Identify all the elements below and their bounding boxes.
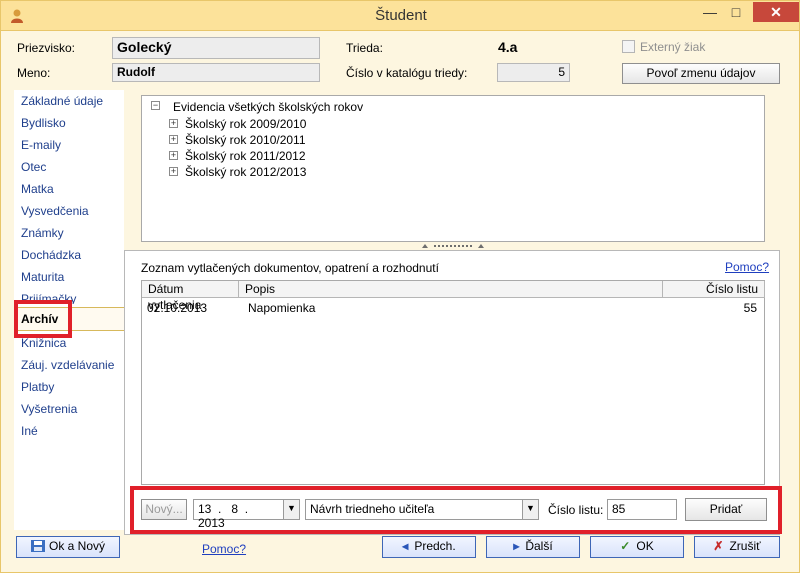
sidebar-item-attendance[interactable]: Dochádzka xyxy=(21,248,123,266)
save-icon xyxy=(30,540,45,552)
documents-table: Dátum vytlačenia Popis Číslo listu 02.10… xyxy=(141,280,765,485)
window-title: Študent xyxy=(375,7,427,24)
add-document-button[interactable]: Pridať xyxy=(685,498,767,521)
splitter-grip-icon xyxy=(422,244,484,248)
documents-title: Zoznam vytlačených dokumentov, opatrení … xyxy=(141,261,439,275)
next-label: Ďalší xyxy=(525,539,553,553)
date-picker[interactable]: 13 . 8 . 2013 ▼ xyxy=(193,499,300,530)
external-student-label: Externý žiak xyxy=(640,40,706,54)
new-document-button[interactable]: Nový... xyxy=(141,499,187,520)
allow-edit-button[interactable]: Povoľ zmenu údajov xyxy=(622,63,780,84)
template-select[interactable]: Návrh triedneho učiteľa ▼ xyxy=(305,499,539,520)
ok-label: OK xyxy=(636,539,654,553)
sheet-number-input[interactable]: 85 xyxy=(607,499,677,520)
previous-label: Predch. xyxy=(414,539,456,553)
ok-button[interactable]: ✓ OK xyxy=(590,536,684,558)
sidebar-item-library[interactable]: Knižnica xyxy=(21,336,123,354)
name-label: Meno: xyxy=(17,66,51,80)
row-sheet-number: 55 xyxy=(743,301,757,315)
column-header-sheet-number[interactable]: Číslo listu xyxy=(663,281,765,298)
catalog-number-field: 5 xyxy=(497,63,570,82)
previous-button[interactable]: ◂ Predch. xyxy=(382,536,476,558)
row-date: 02.10.2013 xyxy=(147,301,208,315)
checkmark-icon: ✓ xyxy=(620,539,631,553)
tree-year-item[interactable]: Školský rok 2011/2012 xyxy=(185,149,306,163)
sidebar-item-examinations[interactable]: Vyšetrenia xyxy=(21,402,123,420)
expand-icon[interactable]: + xyxy=(169,135,178,144)
sidebar-item-report-cards[interactable]: Vysvedčenia xyxy=(21,204,123,222)
sidebar-item-interest-education[interactable]: Záuj. vzdelávanie xyxy=(21,358,123,376)
arrow-left-icon: ◂ xyxy=(402,539,409,553)
expand-icon[interactable]: + xyxy=(169,151,178,160)
close-button[interactable]: ✕ xyxy=(753,2,799,22)
surname-label: Priezvisko: xyxy=(17,41,76,55)
class-value: 4.a xyxy=(498,39,518,55)
next-button[interactable]: ▸ Ďalší xyxy=(486,536,580,558)
tree-root-label[interactable]: Evidencia všetkých školských rokov xyxy=(173,100,363,114)
chevron-down-icon[interactable]: ▼ xyxy=(522,500,538,519)
footer-help-link[interactable]: Pomoc? xyxy=(202,542,246,556)
cancel-label: Zrušiť xyxy=(729,539,761,553)
ok-and-new-button[interactable]: Ok a Nový xyxy=(16,536,120,558)
sidebar-item-grades[interactable]: Známky xyxy=(21,226,123,244)
sidebar-item-mother[interactable]: Matka xyxy=(21,182,123,200)
date-day: 13 xyxy=(198,502,212,516)
column-header-date[interactable]: Dátum vytlačenia xyxy=(142,281,239,312)
ok-and-new-label: Ok a Nový xyxy=(48,539,105,553)
chevron-down-icon[interactable]: ▼ xyxy=(283,500,299,519)
sidebar-item-payments[interactable]: Platby xyxy=(21,380,123,398)
school-years-tree: − Evidencia všetkých školských rokov + Š… xyxy=(141,95,765,242)
title-bar[interactable]: Študent — □ ✕ xyxy=(0,0,800,31)
name-field[interactable]: Rudolf xyxy=(112,63,320,82)
date-year: 2013 xyxy=(198,516,225,530)
archive-highlight-box xyxy=(14,300,72,338)
collapse-icon[interactable]: − xyxy=(151,101,160,110)
sidebar-item-residence[interactable]: Bydlisko xyxy=(21,116,123,134)
cancel-x-icon: ✗ xyxy=(713,539,724,553)
template-selected-value: Návrh triedneho učiteľa xyxy=(310,502,435,516)
catalog-label: Číslo v katalógu triedy: xyxy=(346,66,468,80)
column-header-description[interactable]: Popis xyxy=(239,281,663,298)
sidebar-item-father[interactable]: Otec xyxy=(21,160,123,178)
sidebar-item-maturita[interactable]: Maturita xyxy=(21,270,123,288)
panel-splitter[interactable] xyxy=(124,242,780,250)
expand-icon[interactable]: + xyxy=(169,119,178,128)
cancel-button[interactable]: ✗ Zrušiť xyxy=(694,536,780,558)
sidebar-item-basic-info[interactable]: Základné údaje xyxy=(21,94,123,112)
tree-year-item[interactable]: Školský rok 2012/2013 xyxy=(185,165,306,179)
class-label: Trieda: xyxy=(346,41,383,55)
sheet-number-label: Číslo listu: xyxy=(548,503,604,517)
maximize-button[interactable]: □ xyxy=(723,2,749,22)
documents-help-link[interactable]: Pomoc? xyxy=(725,260,769,274)
external-student-checkbox[interactable] xyxy=(622,40,635,53)
sidebar-item-emails[interactable]: E-maily xyxy=(21,138,123,156)
row-description: Napomienka xyxy=(248,301,316,315)
tree-year-item[interactable]: Školský rok 2009/2010 xyxy=(185,117,306,131)
minimize-button[interactable]: — xyxy=(697,2,723,22)
tree-year-item[interactable]: Školský rok 2010/2011 xyxy=(185,133,306,147)
date-month: 8 xyxy=(231,502,239,516)
sidebar-item-other[interactable]: Iné xyxy=(21,424,123,442)
arrow-right-icon: ▸ xyxy=(513,539,520,553)
surname-field[interactable]: Golecký xyxy=(112,37,320,59)
table-row[interactable]: 02.10.2013 Napomienka 55 xyxy=(142,299,764,316)
expand-icon[interactable]: + xyxy=(169,167,178,176)
